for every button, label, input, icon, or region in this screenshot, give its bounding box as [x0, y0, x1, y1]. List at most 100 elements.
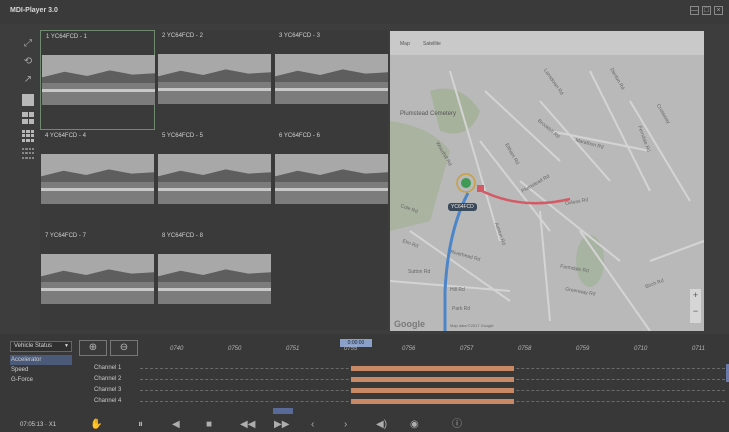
camera-label: 3 YC64FCD - 3 — [279, 33, 320, 39]
metric-item[interactable]: Accelerator — [10, 355, 72, 365]
camera-cell-3[interactable]: 3 YC64FCD - 3 — [274, 30, 389, 130]
minimize-button[interactable]: — — [690, 6, 699, 15]
app-title: MDI-Player 3.0 — [10, 7, 58, 14]
street-label: Hill Rd — [450, 287, 465, 293]
camera-label: 5 YC64FCD - 5 — [162, 133, 203, 139]
channel-label: Channel 1 — [94, 365, 122, 371]
metric-list: Accelerator Speed G-Force — [10, 355, 72, 385]
next-icon[interactable]: › — [344, 419, 347, 431]
map-attribution: Map data ©2017 Google — [450, 323, 494, 328]
tick-label: 0758 — [518, 346, 532, 352]
share-icon[interactable]: ↗ — [22, 74, 34, 86]
camera-feed — [158, 254, 271, 304]
title-bar: MDI-Player 3.0 — □ × — [0, 0, 729, 24]
channel-row[interactable]: Channel 3 — [80, 386, 729, 395]
camera-cell-7[interactable]: 7 YC64FCD - 7 — [40, 230, 155, 330]
channel-label: Channel 3 — [94, 387, 122, 393]
vehicle-tag: YC64FCD — [448, 203, 477, 211]
playback-controls: 07:05:13 · X1 ✋ ⏸ ◀ ■ ◀◀ ▶▶ ‹ › ◀) ◉ ⓘ — [0, 418, 729, 432]
step-back-icon[interactable]: ◀ — [172, 419, 180, 431]
tick-label: 0710 — [634, 346, 648, 352]
layout-4-icon[interactable] — [22, 112, 34, 124]
expand-icon[interactable]: ⤢ — [22, 38, 34, 50]
tab-satellite[interactable]: Satellite — [423, 41, 441, 47]
camera-cell-2[interactable]: 2 YC64FCD - 2 — [157, 30, 272, 130]
pause-icon[interactable]: ⏸ — [138, 419, 143, 431]
cemetery-label: Plumstead Cemetery — [400, 111, 457, 117]
camera-cell-1[interactable]: 1 YC64FCD - 1 — [40, 30, 155, 130]
recording-segment[interactable] — [350, 366, 515, 371]
rewind-icon[interactable]: ◀◀ — [240, 419, 255, 431]
camera-cell-4[interactable]: 4 YC64FCD - 4 — [40, 130, 155, 230]
channel-row[interactable]: Channel 4 — [80, 397, 729, 406]
close-button[interactable]: × — [714, 6, 723, 15]
camera-feed — [275, 54, 388, 104]
channel-label: Channel 4 — [94, 398, 122, 404]
zoom-out-button[interactable]: ⊖ — [110, 340, 138, 356]
channel-row[interactable]: Channel 2 — [80, 375, 729, 384]
camera-label: 6 YC64FCD - 6 — [279, 133, 320, 139]
zoom-in-icon: ⊕ — [88, 342, 98, 353]
camera-feed — [41, 254, 154, 304]
street-label: Park Rd — [452, 306, 471, 312]
zoom-out-icon: ⊖ — [119, 342, 129, 353]
map-zoom-out-button[interactable]: − — [691, 306, 700, 316]
tick-label: 0751 — [286, 346, 300, 352]
rotate-icon[interactable]: ⟲ — [22, 56, 34, 68]
recording-segment[interactable] — [350, 399, 515, 404]
camera-label: 1 YC64FCD - 1 — [46, 34, 87, 40]
tick-label: 0750 — [228, 346, 242, 352]
channel-label: Channel 2 — [94, 376, 122, 382]
tick-label: 0755 — [344, 346, 358, 352]
camera-feed — [158, 154, 271, 204]
camera-cell-6[interactable]: 6 YC64FCD - 6 — [274, 130, 389, 230]
map-panel[interactable]: Map Satellite Plumstead Cemetery YC64FCD… — [390, 31, 704, 331]
recording-segment[interactable] — [350, 377, 515, 382]
maximize-button[interactable]: □ — [702, 6, 711, 15]
tick-label: 0740 — [170, 346, 184, 352]
layout-9-icon[interactable] — [22, 130, 34, 142]
camera-feed — [275, 154, 388, 204]
timeline-panel: Vehicle Status ▼ Accelerator Speed G-For… — [0, 334, 729, 432]
hand-icon[interactable]: ✋ — [90, 419, 102, 431]
chevron-down-icon: ▼ — [64, 343, 69, 349]
camera-label: 2 YC64FCD - 2 — [162, 33, 203, 39]
camera-cell-5[interactable]: 5 YC64FCD - 5 — [157, 130, 272, 230]
vehicle-status-dropdown[interactable]: Vehicle Status ▼ — [10, 341, 72, 352]
playhead-marker[interactable] — [273, 408, 294, 414]
camera-feed — [158, 54, 271, 104]
metric-item[interactable]: Speed — [10, 365, 72, 375]
zoom-in-button[interactable]: ⊕ — [79, 340, 107, 356]
camera-feed — [41, 154, 154, 204]
tick-label: 0757 — [460, 346, 474, 352]
dropdown-value: Vehicle Status — [14, 343, 53, 349]
camera-feed — [42, 55, 155, 105]
layout-1-icon[interactable] — [22, 94, 34, 106]
layout-16-icon[interactable] — [22, 148, 34, 160]
camera-label: 8 YC64FCD - 8 — [162, 233, 203, 239]
street-label: Sutton Rd — [408, 269, 431, 275]
channel-row[interactable]: Channel 1 — [80, 364, 729, 373]
camera-label: 7 YC64FCD - 7 — [45, 233, 86, 239]
info-icon[interactable]: ⓘ — [452, 419, 462, 431]
prev-icon[interactable]: ‹ — [311, 419, 314, 431]
stop-icon[interactable]: ■ — [206, 419, 212, 431]
camera-icon[interactable]: ◉ — [410, 419, 419, 431]
left-toolbar: ⤢ ⟲ ↗ — [0, 24, 38, 334]
camera-cell-8[interactable]: 8 YC64FCD - 8 — [157, 230, 272, 330]
camera-label: 4 YC64FCD - 4 — [45, 133, 86, 139]
time-ruler[interactable]: 0740 0750 0751 0755 0756 0757 0758 0759 … — [140, 346, 729, 360]
tab-map[interactable]: Map — [400, 41, 410, 47]
metric-item[interactable]: G-Force — [10, 375, 72, 385]
map-zoom-in-button[interactable]: + — [691, 290, 700, 300]
map-tabs: Map Satellite — [390, 31, 704, 55]
tick-label: 0756 — [402, 346, 416, 352]
recording-segment[interactable] — [350, 388, 515, 393]
time-readout: 07:05:13 · X1 — [20, 422, 57, 428]
window-controls: — □ × — [690, 6, 723, 15]
google-logo: Google — [394, 319, 425, 329]
volume-icon[interactable]: ◀) — [376, 419, 387, 431]
tick-label: 0711 — [692, 346, 705, 352]
tick-label: 0759 — [576, 346, 590, 352]
fast-forward-icon[interactable]: ▶▶ — [274, 419, 289, 431]
